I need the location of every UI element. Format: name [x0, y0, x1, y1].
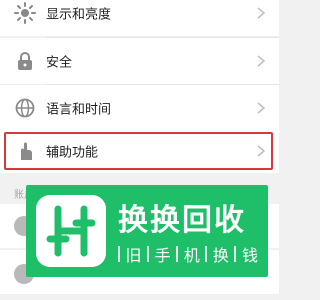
- divider: [234, 246, 237, 262]
- chevron-right-icon: [257, 102, 265, 114]
- watermark-logo-icon: [36, 195, 106, 267]
- divider: [176, 246, 179, 262]
- settings-item-language-time[interactable]: 语言和时间: [0, 85, 279, 131]
- settings-item-label: 语言和时间: [46, 102, 112, 118]
- settings-item-display-brightness[interactable]: 显示和亮度: [0, 0, 279, 36]
- divider: [118, 246, 120, 262]
- divider: [205, 246, 208, 262]
- watermark-char: 旧: [125, 246, 142, 265]
- watermark-char: 手: [154, 246, 171, 265]
- sun-icon: [14, 2, 36, 24]
- settings-item-label: 显示和亮度: [46, 7, 112, 23]
- watermark-char: 机: [183, 246, 200, 265]
- watermark-banner: 换换回收 旧 手 机 换 钱: [26, 185, 268, 277]
- divider: [147, 246, 150, 262]
- highlight-box: [4, 132, 273, 170]
- chevron-right-icon: [257, 7, 265, 19]
- globe-icon: [15, 98, 35, 118]
- chevron-right-icon: [257, 55, 265, 67]
- lock-icon: [18, 52, 32, 70]
- settings-item-label: 安全: [46, 55, 73, 71]
- watermark-char: 钱: [241, 246, 258, 265]
- settings-item-security[interactable]: 安全: [0, 38, 279, 84]
- watermark-char: 换: [212, 246, 229, 265]
- watermark-title: 换换回收: [118, 203, 246, 238]
- watermark-subtitle: 旧 手 机 换 钱: [118, 241, 258, 267]
